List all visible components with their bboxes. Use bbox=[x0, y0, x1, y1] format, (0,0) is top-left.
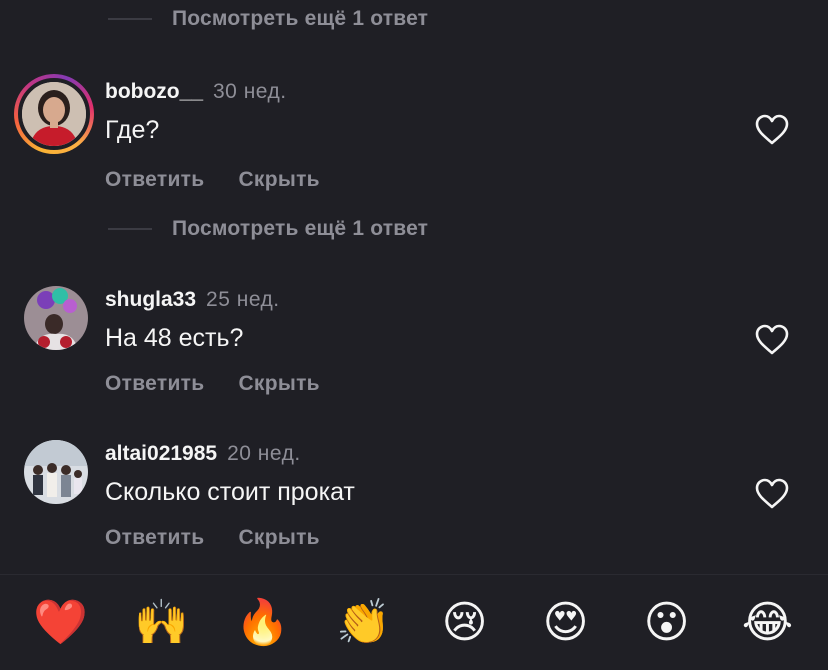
comment-text: Где? bbox=[105, 116, 160, 144]
tears-of-joy-icon[interactable]: 😂 bbox=[738, 593, 798, 653]
reply-button[interactable]: Ответить bbox=[105, 526, 204, 550]
view-more-label[interactable]: Посмотреть ещё 1 ответ bbox=[172, 217, 428, 241]
comment-text: На 48 есть? bbox=[105, 324, 244, 352]
avatar-woman-red-picture bbox=[22, 82, 86, 146]
avatar-image bbox=[18, 78, 90, 150]
view-more-replies-2[interactable]: Посмотреть ещё 1 ответ bbox=[108, 214, 428, 244]
comment-actions: Ответить Скрыть bbox=[105, 372, 320, 396]
heart-eyes-icon[interactable]: 😍 bbox=[536, 593, 596, 653]
avatar[interactable] bbox=[24, 440, 88, 504]
hide-button[interactable]: Скрыть bbox=[238, 372, 319, 396]
username[interactable]: altai021985 bbox=[105, 442, 217, 466]
comment-actions: Ответить Скрыть bbox=[105, 168, 320, 192]
username[interactable]: bobozo__ bbox=[105, 80, 203, 104]
comment-header: altai021985 20 нед. bbox=[105, 442, 301, 466]
comment-text: Сколько стоит прокат bbox=[105, 478, 355, 506]
hide-button[interactable]: Скрыть bbox=[238, 526, 319, 550]
reply-button[interactable]: Ответить bbox=[105, 372, 204, 396]
comment-header: bobozo__ 30 нед. bbox=[105, 80, 287, 104]
hide-button[interactable]: Скрыть bbox=[238, 168, 319, 192]
surprised-face-icon[interactable]: 😮 bbox=[637, 593, 697, 653]
heart-icon[interactable] bbox=[754, 114, 790, 146]
avatar-family-picture bbox=[24, 440, 88, 504]
crying-face-icon[interactable]: 😢 bbox=[435, 593, 495, 653]
reply-thread-line bbox=[108, 18, 152, 20]
raising-hands-icon[interactable]: 🙌 bbox=[132, 593, 192, 653]
avatar[interactable] bbox=[24, 286, 88, 350]
comment-time: 20 нед. bbox=[227, 442, 301, 465]
username[interactable]: shugla33 bbox=[105, 288, 196, 312]
view-more-replies-1[interactable]: Посмотреть ещё 1 ответ bbox=[108, 4, 428, 34]
comment-time: 30 нед. bbox=[213, 80, 287, 103]
comment-time: 25 нед. bbox=[206, 288, 280, 311]
comment-header: shugla33 25 нед. bbox=[105, 288, 280, 312]
fire-icon[interactable]: 🔥 bbox=[233, 593, 293, 653]
heart-icon[interactable] bbox=[754, 324, 790, 356]
avatar-balloons-picture bbox=[24, 286, 88, 350]
comment-actions: Ответить Скрыть bbox=[105, 526, 320, 550]
comments-screen: Посмотреть ещё 1 ответ bobozo__ 30 нед. … bbox=[0, 0, 828, 670]
red-heart-icon[interactable]: ❤️ bbox=[31, 593, 91, 653]
quick-reactions-bar: ❤️ 🙌 🔥 👏 😢 😍 😮 😂 bbox=[0, 574, 828, 670]
heart-icon[interactable] bbox=[754, 478, 790, 510]
avatar[interactable] bbox=[14, 74, 94, 154]
view-more-label[interactable]: Посмотреть ещё 1 ответ bbox=[172, 7, 428, 31]
reply-thread-line bbox=[108, 228, 152, 230]
clapping-hands-icon[interactable]: 👏 bbox=[334, 593, 394, 653]
reply-button[interactable]: Ответить bbox=[105, 168, 204, 192]
